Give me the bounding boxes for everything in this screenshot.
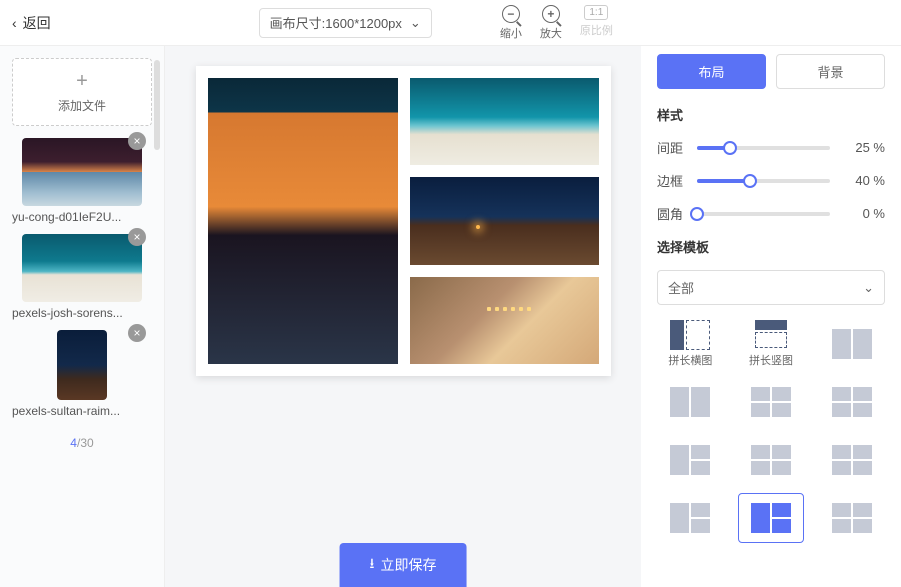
border-slider[interactable] [697, 179, 830, 183]
canvas-area: ⭳ 立即保存 [165, 46, 641, 587]
collage-cell[interactable] [208, 78, 398, 364]
style-heading: 样式 [657, 105, 885, 124]
tab-background[interactable]: 背景 [776, 54, 885, 89]
canvas-size-dropdown[interactable]: 画布尺寸:1600*1200px ⌄ [259, 8, 432, 38]
back-button[interactable]: ‹ 返回 [12, 13, 51, 33]
settings-panel: 布局 背景 样式 间距 25 % 边框 40 % 圆角 [641, 46, 901, 587]
zoom-out-button[interactable]: − 缩小 [500, 5, 522, 41]
thumbnail-item[interactable]: × pexels-sultan-raim... [12, 330, 152, 418]
chevron-down-icon: ⌄ [410, 15, 421, 31]
template-option[interactable] [738, 435, 805, 485]
canvas-size-label: 画布尺寸:1600*1200px [270, 13, 402, 32]
slider-thumb[interactable] [690, 207, 704, 221]
thumbnail-label: pexels-sultan-raim... [12, 404, 152, 418]
thumbnail-label: yu-cong-d01IeF2U... [12, 210, 152, 224]
thumbnail-image [22, 234, 142, 302]
template-heading: 选择模板 [657, 237, 885, 256]
ratio-icon: 1:1 [584, 5, 608, 20]
original-ratio-button[interactable]: 1:1 原比例 [580, 5, 613, 38]
download-icon: ⭳ [370, 553, 375, 577]
add-file-button[interactable]: + 添加文件 [12, 58, 152, 126]
thumbnail-image [22, 138, 142, 206]
remove-thumbnail-button[interactable]: × [128, 324, 146, 342]
zoom-in-icon: + [542, 5, 560, 23]
gap-slider-row: 间距 25 % [657, 138, 885, 157]
template-option[interactable] [818, 435, 885, 485]
collage-canvas[interactable] [196, 66, 611, 376]
radius-slider-row: 圆角 0 % [657, 204, 885, 223]
template-option[interactable] [657, 435, 724, 485]
plus-icon: + [76, 71, 88, 91]
template-option[interactable] [657, 377, 724, 427]
thumbnail-item[interactable]: × pexels-josh-sorens... [12, 234, 152, 320]
thumbnail-item[interactable]: × yu-cong-d01IeF2U... [12, 138, 152, 224]
template-option[interactable] [818, 377, 885, 427]
collage-cell[interactable] [410, 277, 599, 364]
template-option[interactable] [818, 493, 885, 543]
file-sidebar: + 添加文件 × yu-cong-d01IeF2U... × pexels-jo… [0, 46, 165, 587]
thumbnail-image [57, 330, 107, 400]
collage-cell[interactable] [410, 78, 599, 165]
gap-slider[interactable] [697, 146, 830, 150]
remove-thumbnail-button[interactable]: × [128, 132, 146, 150]
chevron-left-icon: ‹ [12, 15, 17, 31]
slider-thumb[interactable] [723, 141, 737, 155]
template-vertical-strip[interactable]: 拼长竖图 [738, 319, 805, 369]
save-button[interactable]: ⭳ 立即保存 [340, 543, 467, 587]
border-slider-row: 边框 40 % [657, 171, 885, 190]
file-counter: 4/30 [12, 428, 152, 458]
zoom-out-icon: − [502, 5, 520, 23]
collage-cell[interactable] [410, 177, 599, 264]
back-label: 返回 [23, 13, 51, 33]
remove-thumbnail-button[interactable]: × [128, 228, 146, 246]
zoom-in-button[interactable]: + 放大 [540, 5, 562, 41]
tab-layout[interactable]: 布局 [657, 54, 766, 89]
template-horizontal-strip[interactable]: 拼长横图 [657, 319, 724, 369]
thumbnail-label: pexels-josh-sorens... [12, 306, 152, 320]
chevron-down-icon: ⌄ [863, 280, 874, 296]
template-option-selected[interactable] [738, 493, 805, 543]
slider-thumb[interactable] [743, 174, 757, 188]
template-option[interactable] [738, 377, 805, 427]
radius-slider[interactable] [697, 212, 830, 216]
template-option[interactable] [657, 493, 724, 543]
template-filter-dropdown[interactable]: 全部 ⌄ [657, 270, 885, 305]
template-option[interactable] [818, 319, 885, 369]
